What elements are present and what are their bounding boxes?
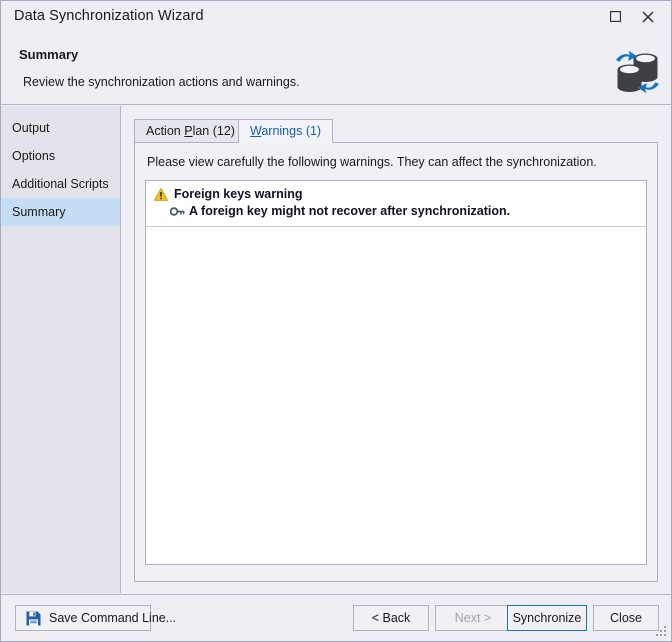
- tab-label-mnemonic: W: [250, 124, 262, 138]
- close-dialog-button-label: Close: [610, 611, 642, 625]
- next-button: Next >: [435, 605, 511, 631]
- floppy-save-icon: [26, 611, 41, 626]
- page-title: Summary: [19, 47, 79, 62]
- sidebar-item-label: Summary: [12, 205, 66, 219]
- maximize-icon: [610, 11, 621, 22]
- window-title: Data Synchronization Wizard: [14, 8, 204, 24]
- warning-item-text: A foreign key might not recover after sy…: [189, 204, 511, 218]
- next-button-label: Next >: [454, 611, 492, 625]
- warning-group-header: Foreign keys warning: [146, 186, 646, 203]
- content-pane: Action Plan (12) Warnings (1) Please vie…: [122, 106, 671, 593]
- tab-label-mnemonic: P: [184, 124, 193, 138]
- page-subtitle: Review the synchronization actions and w…: [23, 75, 300, 89]
- footer-button-bar: Save Command Line... < Back Next > Synch…: [1, 594, 671, 641]
- panel-instruction-text: Please view carefully the following warn…: [147, 155, 597, 169]
- back-button[interactable]: < Back: [353, 605, 429, 631]
- key-icon: [170, 207, 185, 216]
- tab-label-post: arnings (1): [261, 124, 322, 138]
- warnings-list[interactable]: Foreign keys warning A foreign key might…: [145, 180, 647, 565]
- resize-grip[interactable]: [656, 626, 668, 638]
- database-sync-icon: [616, 50, 659, 94]
- save-command-line-button[interactable]: Save Command Line...: [15, 605, 176, 631]
- sidebar-item-options[interactable]: Options: [1, 142, 120, 170]
- sidebar-item-output[interactable]: Output: [1, 114, 120, 142]
- warning-group: Foreign keys warning A foreign key might…: [146, 181, 646, 227]
- warning-group-title: Foreign keys warning: [174, 187, 303, 201]
- tab-label-post: lan (12): [192, 124, 235, 138]
- sidebar-item-label: Output: [12, 121, 50, 135]
- warning-triangle-icon: [154, 188, 168, 201]
- tab-warnings[interactable]: Warnings (1): [238, 119, 334, 143]
- synchronize-button-label: Synchronize: [512, 611, 582, 625]
- sidebar-item-additional-scripts[interactable]: Additional Scripts: [1, 170, 120, 198]
- warning-item[interactable]: A foreign key might not recover after sy…: [146, 203, 646, 220]
- tab-label-pre: Action: [146, 124, 185, 138]
- close-dialog-button[interactable]: Close: [593, 605, 659, 631]
- close-button[interactable]: [633, 3, 663, 29]
- synchronize-button[interactable]: Synchronize: [507, 605, 587, 631]
- back-button-label: < Back: [371, 611, 411, 625]
- close-icon: [642, 11, 654, 23]
- maximize-button[interactable]: [601, 3, 631, 29]
- tab-action-plan[interactable]: Action Plan (12): [134, 119, 247, 143]
- header-banner: Summary Review the synchronization actio…: [1, 33, 671, 105]
- sidebar-item-label: Options: [12, 149, 56, 163]
- title-bar: Data Synchronization Wizard: [1, 1, 671, 33]
- data-synchronization-wizard-window: Data Synchronization Wizard Summary Revi…: [0, 0, 672, 642]
- sidebar-item-label: Additional Scripts: [12, 177, 109, 191]
- wizard-sidebar: Output Options Additional Scripts Summar…: [1, 106, 121, 593]
- save-command-line-label: Save Command Line...: [49, 611, 177, 625]
- sidebar-item-summary[interactable]: Summary: [1, 198, 120, 226]
- warnings-tab-panel: Please view carefully the following warn…: [134, 142, 658, 582]
